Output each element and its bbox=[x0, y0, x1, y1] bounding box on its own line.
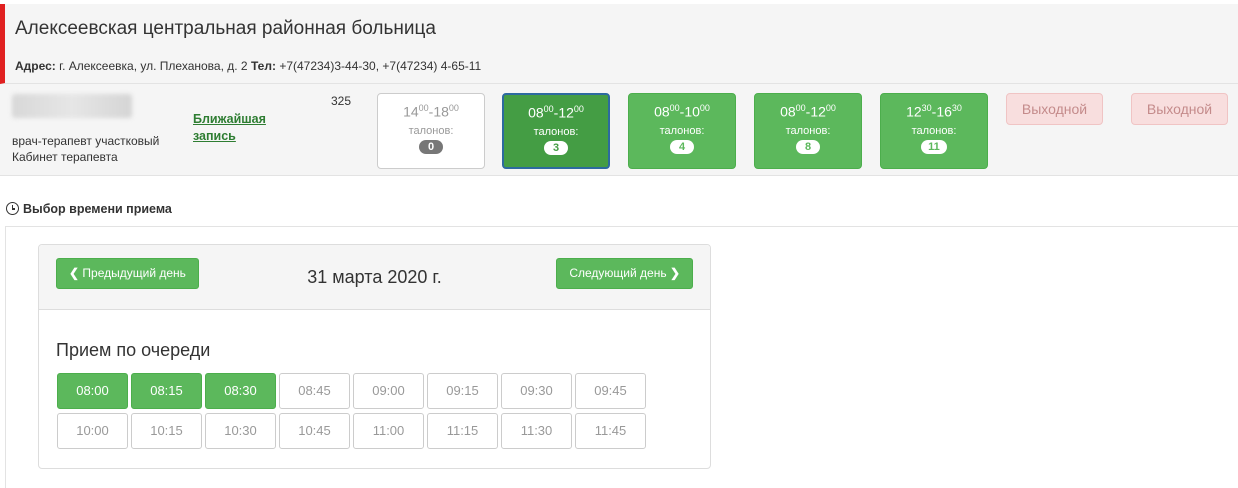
time-slot-button[interactable]: 10:00 bbox=[57, 413, 128, 449]
phone-label: Тел: bbox=[250, 59, 276, 73]
doctor-row: врач-терапевт участковый Кабинет терапев… bbox=[0, 84, 1238, 176]
time-slot-button[interactable]: 09:30 bbox=[501, 373, 572, 409]
day-panel-header: ❮ Предыдущий день 31 марта 2020 г. Следу… bbox=[39, 245, 710, 310]
time-slot-button[interactable]: 10:15 bbox=[131, 413, 202, 449]
slot-time: 0800-1200 bbox=[528, 104, 584, 121]
chevron-right-icon: ❯ bbox=[669, 266, 680, 280]
slot-time: 0800-1200 bbox=[780, 103, 836, 120]
time-slot-button[interactable]: 09:15 bbox=[427, 373, 498, 409]
time-slot-button[interactable]: 10:45 bbox=[279, 413, 350, 449]
phone-value: +7(47234)3-44-30, +7(47234) 4-65-11 bbox=[279, 59, 482, 73]
time-slot-button[interactable]: 08:45 bbox=[279, 373, 350, 409]
address-value: г. Алексеевка, ул. Плеханова, д. 2 bbox=[59, 59, 248, 73]
doctor-specialty: врач-терапевт участковый bbox=[12, 134, 160, 148]
schedule-slot[interactable]: 0800-1000 талонов: 4 bbox=[628, 93, 736, 169]
time-slot-button[interactable]: 09:00 bbox=[353, 373, 424, 409]
time-slot-button[interactable]: 08:00 bbox=[57, 373, 128, 409]
day-off-badge: Выходной bbox=[1131, 93, 1228, 125]
nearest-line-1: Ближайшая bbox=[193, 112, 266, 126]
schedule-slot[interactable]: 1400-1800 талонов: 0 bbox=[377, 93, 485, 169]
hospital-name: Алексеевская центральная районная больни… bbox=[15, 18, 436, 39]
doctor-name-blurred bbox=[12, 94, 132, 118]
slot-label: талонов: bbox=[911, 124, 957, 137]
slot-label: талонов: bbox=[533, 125, 579, 138]
slot-time: 1230-1630 bbox=[906, 103, 962, 120]
slot-count-badge: 0 bbox=[419, 139, 443, 154]
clock-icon bbox=[6, 202, 19, 215]
slot-label: талонов: bbox=[785, 124, 831, 137]
time-slot-button[interactable]: 11:45 bbox=[575, 413, 646, 449]
slot-count-badge: 3 bbox=[544, 140, 568, 155]
queue-title: Прием по очереди bbox=[56, 340, 211, 360]
schedule-slot[interactable]: 0800-1200 талонов: 8 bbox=[754, 93, 862, 169]
doctor-info: врач-терапевт участковый Кабинет терапев… bbox=[12, 133, 159, 165]
time-slot-button[interactable]: 11:30 bbox=[501, 413, 572, 449]
slot-label: талонов: bbox=[408, 124, 454, 137]
slot-label: талонов: bbox=[659, 124, 705, 137]
time-slot-button[interactable]: 11:15 bbox=[427, 413, 498, 449]
day-panel: ❮ Предыдущий день 31 марта 2020 г. Следу… bbox=[38, 244, 711, 469]
time-slot-button[interactable]: 10:30 bbox=[205, 413, 276, 449]
address-label: Адрес: bbox=[15, 59, 56, 73]
next-day-label: Следующий день bbox=[569, 266, 667, 280]
hospital-header: Алексеевская центральная районная больни… bbox=[0, 4, 1238, 84]
time-slot-button[interactable]: 09:45 bbox=[575, 373, 646, 409]
slot-time: 1400-1800 bbox=[403, 103, 459, 120]
time-slot-button[interactable]: 08:15 bbox=[131, 373, 202, 409]
room-number: 325 bbox=[331, 94, 352, 108]
slot-time: 0800-1000 bbox=[654, 103, 710, 120]
slot-count-badge: 8 bbox=[796, 139, 820, 154]
schedule-slot[interactable]: 0800-1200 талонов: 3 bbox=[502, 93, 610, 169]
hospital-address: Адрес: г. Алексеевка, ул. Плеханова, д. … bbox=[15, 59, 481, 73]
nearest-line-2: запись bbox=[193, 129, 236, 143]
section-title-text: Выбор времени приема bbox=[23, 202, 172, 216]
doctor-cabinet: Кабинет терапевта bbox=[12, 150, 118, 164]
section-title: Выбор времени приема bbox=[6, 202, 172, 216]
next-day-button[interactable]: Следующий день ❯ bbox=[556, 258, 693, 289]
nearest-appointment-link[interactable]: Ближайшая запись bbox=[193, 111, 266, 145]
slot-count-badge: 4 bbox=[670, 139, 694, 154]
time-slot-button[interactable]: 08:30 bbox=[205, 373, 276, 409]
slot-count-badge: 11 bbox=[921, 139, 947, 154]
day-off-badge: Выходной bbox=[1006, 93, 1103, 125]
time-slot-button[interactable]: 11:00 bbox=[353, 413, 424, 449]
schedule-slot[interactable]: 1230-1630 талонов: 11 bbox=[880, 93, 988, 169]
